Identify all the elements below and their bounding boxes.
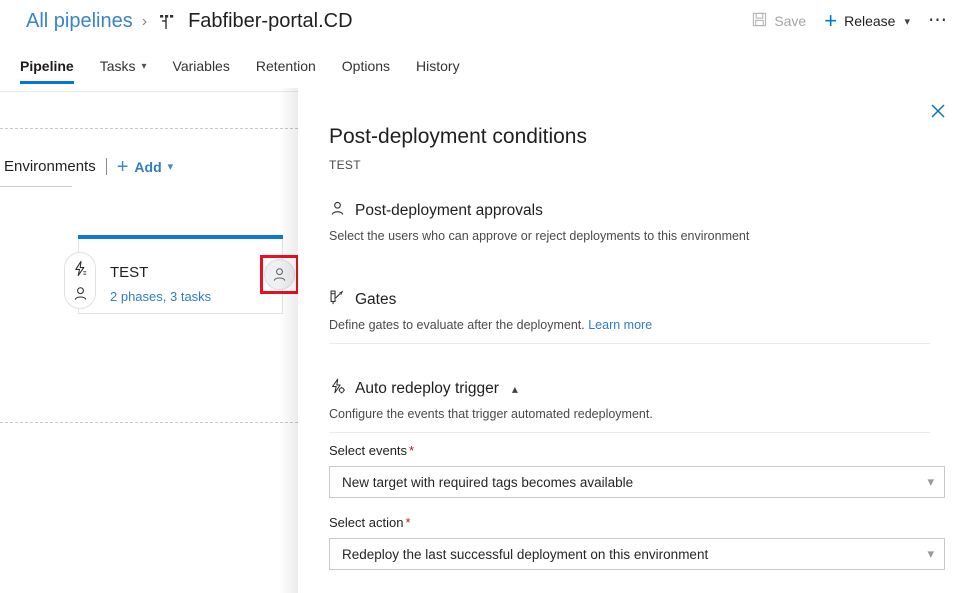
environments-header: Environments + Add ▾ — [4, 158, 173, 175]
learn-more-link[interactable]: Learn more — [588, 318, 652, 332]
section-post-deployment-approvals: Post-deployment approvals Select the use… — [329, 200, 930, 243]
select-events-label: Select events* — [329, 443, 414, 458]
section-auto-redeploy-trigger: Auto redeploy trigger ▴ Configure the ev… — [329, 378, 930, 421]
tab-tasks[interactable]: Tasks ▾ — [100, 58, 147, 84]
environment-card-name: TEST — [110, 264, 148, 281]
environments-label: Environments — [4, 158, 96, 175]
header-actions: Save + Release ▾ ⋯ — [752, 12, 949, 30]
gates-icon — [329, 289, 346, 311]
chevron-up-icon[interactable]: ▴ — [512, 382, 518, 396]
tab-retention[interactable]: Retention — [256, 58, 316, 84]
tab-pipeline[interactable]: Pipeline — [20, 58, 74, 84]
save-icon — [752, 12, 767, 30]
pre-deployment-conditions-group — [64, 252, 96, 309]
panel-shadow — [278, 88, 300, 593]
save-label: Save — [774, 13, 806, 29]
chevron-down-icon: ▾ — [927, 546, 934, 562]
plus-icon: + — [117, 160, 129, 174]
app-root: All pipelines › Fabfiber-portal.CD Save — [0, 0, 963, 593]
canvas-gridline — [0, 128, 298, 129]
auto-redeploy-icon — [329, 378, 346, 400]
tab-options-label: Options — [342, 58, 390, 74]
post-deployment-conditions-panel: Post-deployment conditions TEST Post-dep… — [298, 88, 963, 593]
release-pipeline-icon — [156, 12, 176, 32]
tab-history[interactable]: History — [416, 58, 460, 84]
tab-bar: Pipeline Tasks ▾ Variables Retention Opt… — [20, 58, 460, 84]
tab-tasks-label: Tasks — [100, 58, 136, 74]
breadcrumb: All pipelines › Fabfiber-portal.CD — [26, 10, 353, 33]
chevron-down-icon: ▾ — [927, 474, 934, 490]
environment-card-subtitle[interactable]: 2 phases, 3 tasks — [110, 289, 211, 304]
tab-history-label: History — [416, 58, 460, 74]
add-environment-button[interactable]: + Add ▾ — [117, 159, 173, 175]
section-title: Post-deployment approvals — [355, 202, 543, 220]
tab-variables-label: Variables — [173, 58, 230, 74]
pre-deployment-trigger-icon[interactable] — [71, 259, 89, 277]
field-label-text: Select events — [329, 443, 407, 458]
release-button[interactable]: + Release ▾ — [824, 13, 910, 29]
section-divider — [329, 343, 930, 344]
section-divider — [329, 432, 930, 433]
chevron-down-icon: ▾ — [141, 61, 146, 72]
section-description: Select the users who can approve or reje… — [329, 229, 930, 243]
field-label-text: Select action — [329, 515, 403, 530]
panel-subtitle: TEST — [329, 158, 361, 172]
breadcrumb-separator: › — [142, 13, 147, 31]
tab-variables[interactable]: Variables — [173, 58, 230, 84]
close-icon[interactable] — [925, 98, 951, 124]
plus-icon: + — [824, 14, 837, 28]
more-actions-button[interactable]: ⋯ — [928, 16, 949, 26]
panel-title: Post-deployment conditions — [329, 125, 587, 149]
divider — [106, 158, 107, 175]
environment-connector-line — [0, 186, 72, 187]
section-title: Auto redeploy trigger — [355, 380, 499, 398]
select-action-dropdown[interactable]: Redeploy the last successful deployment … — [329, 538, 945, 570]
save-button[interactable]: Save — [752, 12, 806, 30]
tab-options[interactable]: Options — [342, 58, 390, 84]
select-events-dropdown[interactable]: New target with required tags becomes av… — [329, 466, 945, 498]
tab-retention-label: Retention — [256, 58, 316, 74]
required-asterisk: * — [409, 443, 414, 458]
select-action-value: Redeploy the last successful deployment … — [342, 547, 927, 562]
pipeline-canvas: Environments + Add ▾ — [0, 92, 298, 593]
chevron-down-icon[interactable]: ▾ — [904, 15, 910, 28]
person-icon — [329, 200, 346, 222]
section-gates: Gates Define gates to evaluate after the… — [329, 289, 930, 332]
add-label: Add — [134, 159, 161, 175]
select-events-value: New target with required tags becomes av… — [342, 475, 927, 490]
pre-deployment-approvals-icon[interactable] — [71, 284, 89, 302]
breadcrumb-all-pipelines[interactable]: All pipelines — [26, 10, 133, 33]
page-title: Fabfiber-portal.CD — [188, 10, 353, 33]
section-title: Gates — [355, 291, 396, 309]
select-action-label: Select action* — [329, 515, 411, 530]
gates-description-text: Define gates to evaluate after the deplo… — [329, 318, 585, 332]
section-description: Define gates to evaluate after the deplo… — [329, 318, 930, 332]
tab-pipeline-label: Pipeline — [20, 58, 74, 74]
release-label: Release — [844, 13, 895, 29]
chevron-down-icon: ▾ — [168, 160, 174, 173]
canvas-gridline — [0, 422, 298, 423]
section-description: Configure the events that trigger automa… — [329, 407, 930, 421]
required-asterisk: * — [405, 515, 410, 530]
